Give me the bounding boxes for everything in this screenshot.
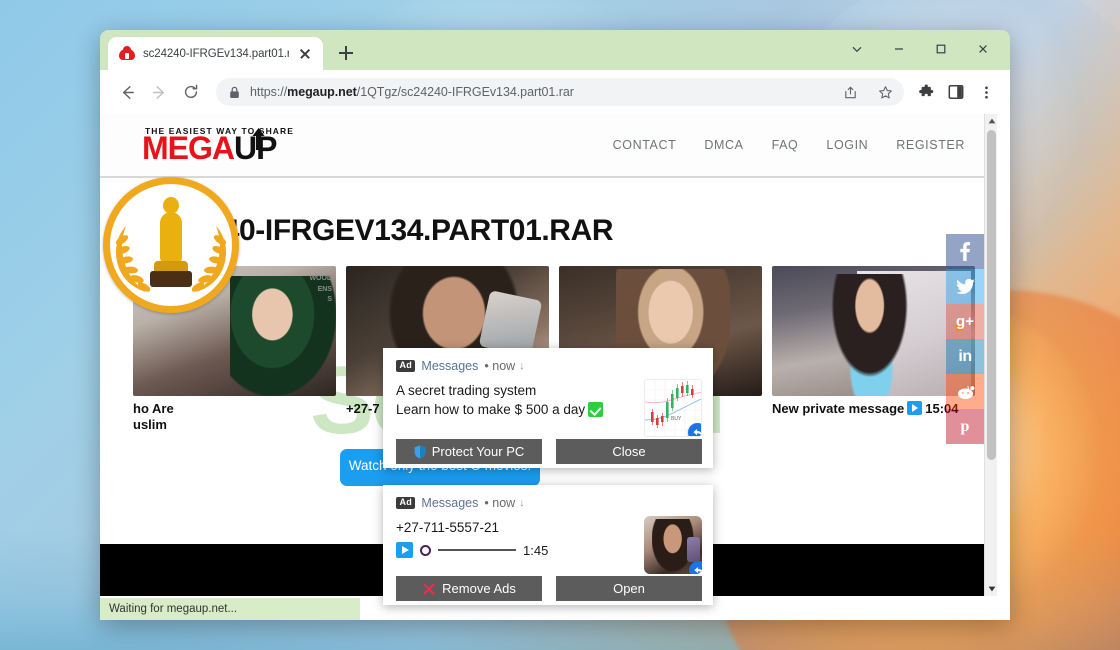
open-button[interactable]: Open — [556, 576, 702, 601]
facebook-icon[interactable] — [946, 234, 984, 269]
ad-notification-popup[interactable]: Ad Messages • now ↓ +27-711-5557-21 1:45… — [383, 485, 713, 605]
notification-header: Ad Messages • now ↓ — [396, 359, 702, 373]
audio-duration: 1:45 — [523, 542, 549, 558]
audio-scrubber-knob[interactable] — [420, 544, 431, 556]
nav-contact[interactable]: CONTACT — [613, 138, 677, 152]
reload-icon[interactable] — [176, 77, 206, 107]
status-bar: Waiting for megaup.net... — [100, 598, 360, 620]
logo-mega: MEGA — [142, 130, 235, 167]
close-label: Close — [612, 444, 646, 459]
browser-toolbar: https://megaup.net/1QTgz/sc24240-IFRGEv1… — [100, 70, 1010, 114]
tab-title: sc24240-IFRGEv134.part01.rar - M — [143, 47, 289, 60]
laurel-left-icon — [112, 216, 154, 296]
svg-text:BUY: BUY — [671, 416, 682, 422]
ad-caption-text: New private message — [772, 401, 905, 416]
reply-arrow-icon[interactable] — [688, 423, 701, 436]
scroll-up-arrow[interactable] — [985, 114, 998, 128]
close-icon[interactable] — [297, 46, 313, 62]
audio-progress-track[interactable] — [438, 549, 516, 551]
notification-header: Ad Messages • now ↓ — [396, 496, 702, 510]
ad-badge: Ad — [396, 496, 416, 510]
nav-dmca[interactable]: DMCA — [704, 138, 743, 152]
oscar-statuette-icon[interactable] — [103, 177, 239, 313]
laurel-right-icon — [188, 216, 230, 296]
close-icon[interactable] — [962, 34, 1004, 64]
nav-register[interactable]: REGISTER — [896, 138, 965, 152]
new-tab-button[interactable] — [332, 39, 360, 67]
notification-line-2-text: Learn how to make $ 500 a day — [396, 402, 586, 418]
page-scrollbar[interactable] — [984, 114, 997, 596]
play-icon[interactable] — [396, 542, 413, 559]
site-header: THE EASIEST WAY TO SHARE MEGAUP CONTACT … — [100, 114, 997, 178]
share-icon[interactable] — [837, 79, 863, 105]
notification-body: A secret trading system Learn how to mak… — [396, 379, 702, 437]
candlestick-chart-thumbnail[interactable]: BUY — [644, 379, 702, 437]
remove-ads-button[interactable]: Remove Ads — [396, 576, 542, 601]
chevron-down-icon[interactable]: ↓ — [519, 497, 525, 509]
puzzle-icon[interactable] — [912, 77, 940, 107]
linkedin-icon[interactable]: in — [946, 339, 984, 374]
nav-faq[interactable]: FAQ — [772, 138, 799, 152]
three-dot-menu-icon[interactable] — [972, 77, 1000, 107]
open-label: Open — [613, 581, 645, 596]
notification-body: +27-711-5557-21 1:45 — [396, 516, 702, 574]
notification-source: Messages — [421, 496, 479, 510]
url-text: https://megaup.net/1QTgz/sc24240-IFRGEv1… — [250, 85, 574, 99]
logo-wordmark: MEGAUP — [142, 128, 294, 167]
notification-buttons: Remove Ads Open — [396, 576, 702, 601]
side-panel-icon[interactable] — [942, 77, 970, 107]
window-controls — [836, 34, 1004, 64]
google-plus-icon[interactable]: g+ — [946, 304, 984, 339]
play-icon[interactable] — [907, 401, 923, 415]
protect-your-pc-label: Protect Your PC — [431, 444, 525, 459]
ad-card[interactable]: ★ New private message 15:04 — [772, 266, 975, 434]
address-bar[interactable]: https://megaup.net/1QTgz/sc24240-IFRGEv1… — [216, 78, 904, 106]
shield-icon — [414, 444, 426, 459]
pinterest-icon[interactable]: p — [946, 409, 984, 444]
chevron-down-icon[interactable]: ↓ — [519, 360, 525, 372]
notification-time: • now — [484, 496, 516, 510]
social-share-sidebar: g+ in p — [946, 234, 984, 444]
notification-buttons: Protect Your PC Close — [396, 439, 702, 464]
star-icon[interactable] — [872, 79, 898, 105]
ad-notification-popup[interactable]: Ad Messages • now ↓ A secret trading sys… — [383, 348, 713, 468]
ad-caption: ho Are uslim — [133, 396, 336, 434]
backdrop-text: WOOD ENS S — [309, 275, 332, 303]
x-icon — [422, 582, 436, 596]
reddit-icon[interactable] — [946, 374, 984, 409]
protect-your-pc-button[interactable]: Protect Your PC — [396, 439, 542, 464]
twitter-icon[interactable] — [946, 269, 984, 304]
notification-source: Messages — [421, 359, 479, 373]
chevron-down-icon[interactable] — [836, 34, 878, 64]
ad-caption: New private message 15:04 — [772, 396, 975, 417]
checkmark-icon — [588, 402, 604, 418]
ad-thumbnail-image[interactable]: ★ — [772, 266, 975, 396]
statuette-figure — [150, 197, 192, 293]
forward-arrow-icon[interactable] — [144, 77, 174, 107]
cloud-download-icon — [119, 45, 135, 62]
maximize-icon[interactable] — [920, 34, 962, 64]
scrollbar-thumb[interactable] — [987, 130, 996, 460]
ad-badge: Ad — [396, 359, 416, 373]
contact-photo-thumbnail[interactable] — [644, 516, 702, 574]
ad-caption-line2: uslim — [133, 417, 167, 433]
ad-caption-line1: ho Are — [133, 401, 174, 416]
megaup-logo[interactable]: THE EASIEST WAY TO SHARE MEGAUP — [142, 126, 294, 167]
back-arrow-icon[interactable] — [112, 77, 142, 107]
lock-icon — [229, 86, 241, 99]
browser-titlebar: sc24240-IFRGEv134.part01.rar - M — [100, 30, 1010, 70]
scroll-down-arrow[interactable] — [985, 582, 998, 596]
reply-arrow-icon[interactable] — [689, 561, 702, 574]
close-button[interactable]: Close — [556, 439, 702, 464]
browser-tab[interactable]: sc24240-IFRGEv134.part01.rar - M — [108, 37, 323, 70]
notification-time: • now — [484, 359, 516, 373]
up-arrow-icon — [252, 124, 265, 151]
site-nav: CONTACT DMCA FAQ LOGIN REGISTER — [613, 138, 965, 152]
minimize-icon[interactable] — [878, 34, 920, 64]
nav-login[interactable]: LOGIN — [826, 138, 868, 152]
remove-ads-label: Remove Ads — [442, 581, 516, 596]
